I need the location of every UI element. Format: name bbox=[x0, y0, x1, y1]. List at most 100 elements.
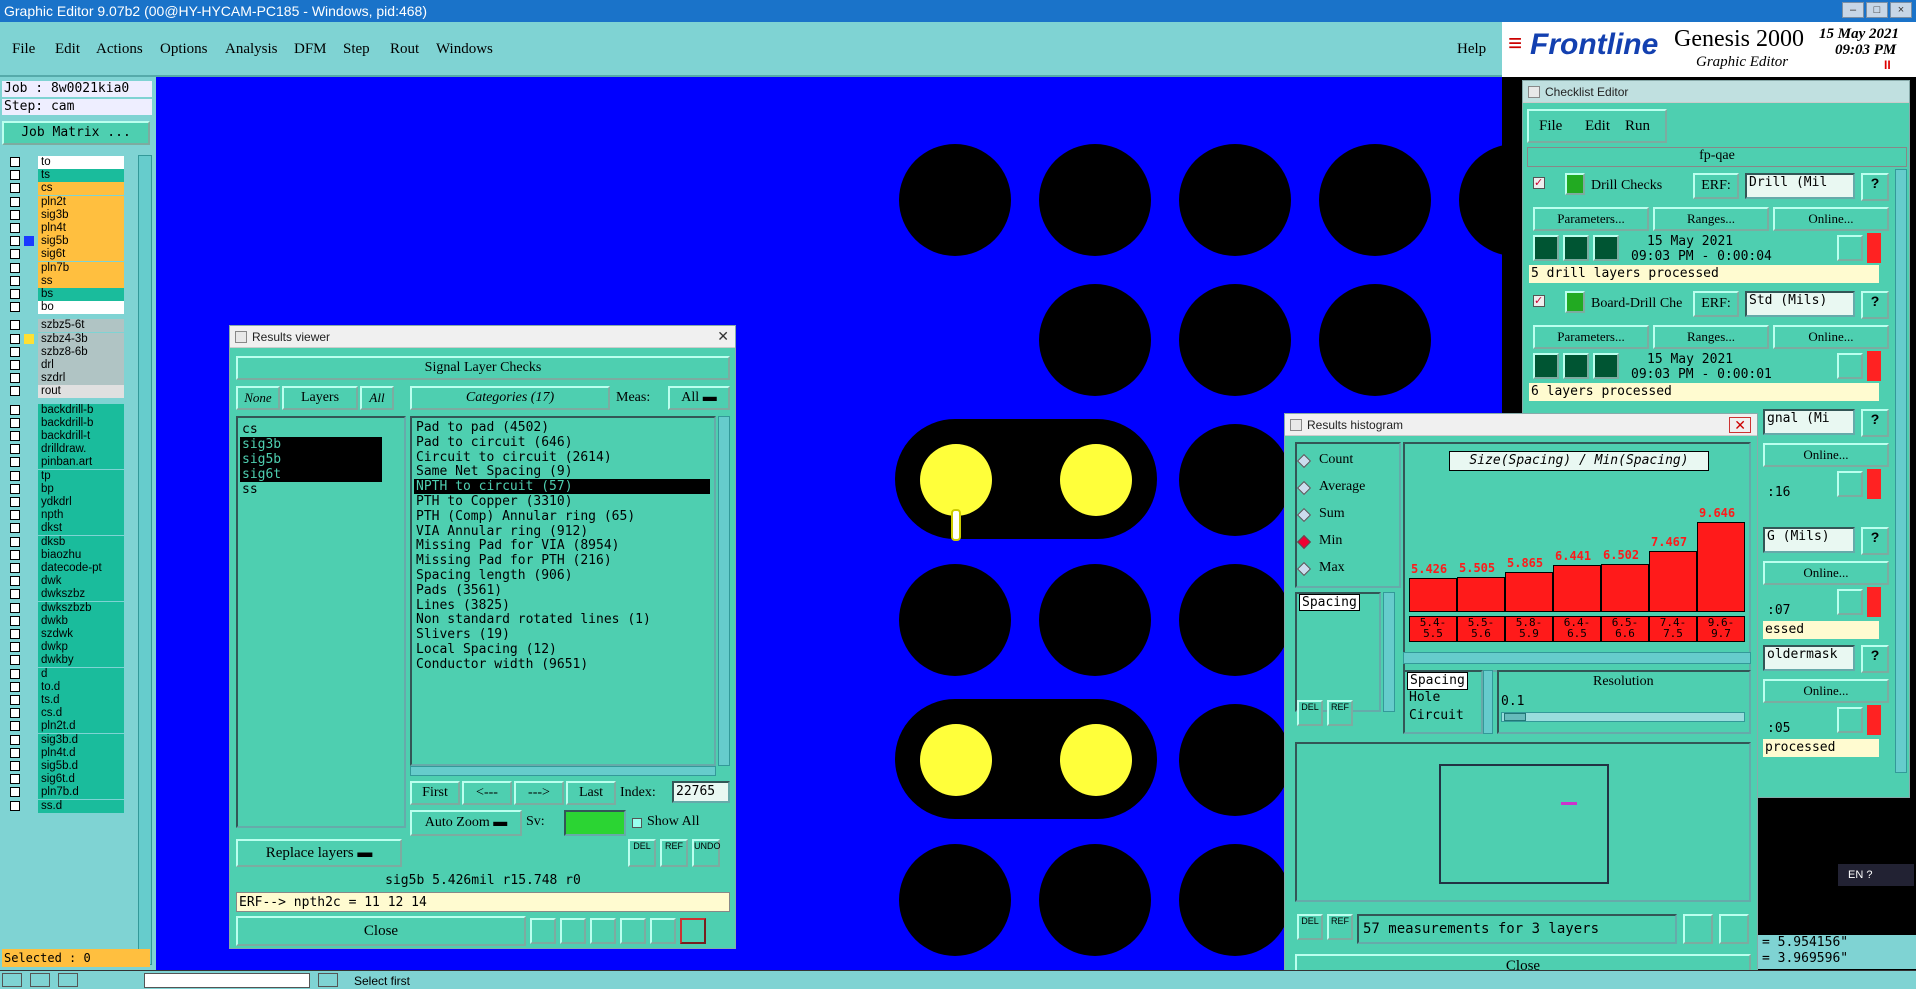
categories-button[interactable]: Categories (17) bbox=[410, 386, 610, 410]
category-scrollbar[interactable] bbox=[718, 416, 730, 766]
run-icon[interactable] bbox=[1593, 235, 1619, 261]
close-icon[interactable]: ✕ bbox=[717, 329, 729, 343]
menu-windows[interactable]: Windows bbox=[436, 41, 493, 58]
category-item[interactable]: Spacing length (906) bbox=[414, 568, 710, 583]
ranges-button[interactable]: Ranges... bbox=[1653, 207, 1769, 231]
layer-name[interactable]: drilldraw. bbox=[38, 443, 124, 457]
layer-name[interactable]: dwkp bbox=[38, 641, 124, 655]
layer-checkbox[interactable] bbox=[10, 470, 20, 481]
layer-name[interactable]: ydkdrl bbox=[38, 496, 124, 509]
layer-name[interactable]: sig6t.d bbox=[38, 773, 124, 787]
layer-checkbox[interactable] bbox=[10, 417, 20, 428]
layer-checkbox[interactable] bbox=[10, 457, 20, 468]
layer-name[interactable]: dwkby bbox=[38, 654, 124, 668]
layer-name[interactable]: pinban.art bbox=[38, 456, 124, 470]
parameters-button[interactable]: Parameters... bbox=[1533, 325, 1649, 349]
layer-checkbox[interactable] bbox=[10, 444, 20, 455]
online-button[interactable]: Online... bbox=[1763, 561, 1889, 585]
layer-name[interactable]: ss bbox=[38, 274, 124, 288]
layer-name[interactable]: cs.d bbox=[38, 707, 124, 721]
layer-name[interactable]: datecode-pt bbox=[38, 562, 124, 575]
check-enable-checkbox[interactable]: ✓ bbox=[1533, 295, 1545, 307]
layer-name[interactable]: backdrill-b bbox=[38, 403, 124, 417]
histogram-bar[interactable] bbox=[1649, 551, 1697, 612]
check-enable-checkbox[interactable]: ✓ bbox=[1533, 177, 1545, 189]
layer-list-item[interactable]: ss bbox=[240, 482, 382, 497]
types-scrollbar[interactable] bbox=[1483, 670, 1493, 734]
layer-name[interactable]: to bbox=[38, 156, 124, 169]
layer-checkbox[interactable] bbox=[10, 589, 20, 600]
zoom-icon[interactable] bbox=[1837, 471, 1863, 497]
online-button[interactable]: Online... bbox=[1763, 443, 1889, 467]
layer-name[interactable]: dwk bbox=[38, 575, 124, 589]
layer-name[interactable]: pln7b bbox=[38, 261, 124, 275]
category-item[interactable]: Slivers (19) bbox=[414, 627, 710, 642]
layer-name[interactable]: sig3b bbox=[38, 208, 124, 222]
layer-name[interactable]: backdrill-b bbox=[38, 416, 124, 430]
layer-checkbox[interactable] bbox=[10, 183, 20, 194]
checklist-titlebar[interactable]: Checklist Editor bbox=[1523, 81, 1909, 103]
erf-field[interactable]: gnal (Mi bbox=[1763, 409, 1855, 435]
checklist-scrollbar[interactable] bbox=[1895, 169, 1907, 773]
checklist-menu-file[interactable]: File bbox=[1539, 118, 1562, 135]
menu-actions[interactable]: Actions bbox=[96, 41, 143, 58]
help-icon[interactable]: ? bbox=[1861, 409, 1889, 437]
layer-checkbox[interactable] bbox=[10, 721, 20, 732]
erf-button[interactable]: ERF: bbox=[1693, 173, 1739, 199]
layer-checkbox[interactable] bbox=[10, 386, 20, 397]
layer-list-item[interactable]: sig3b bbox=[240, 437, 382, 452]
layer-name[interactable]: to.d bbox=[38, 680, 124, 694]
category-item[interactable]: PTH to Copper (3310) bbox=[414, 494, 710, 509]
job-matrix-button[interactable]: Job Matrix ... bbox=[2, 121, 150, 145]
category-item[interactable]: PTH (Comp) Annular ring (65) bbox=[414, 509, 710, 524]
menu-help[interactable]: Help bbox=[1457, 41, 1486, 58]
category-item[interactable]: Conductor width (9651) bbox=[414, 657, 710, 672]
auto-zoom-select[interactable]: Auto Zoom ▬ bbox=[410, 810, 522, 836]
category-item[interactable]: Circuit to circuit (2614) bbox=[414, 450, 710, 465]
online-button[interactable]: Online... bbox=[1763, 679, 1889, 703]
layer-checkbox[interactable] bbox=[10, 642, 20, 653]
layer-checkbox[interactable] bbox=[10, 787, 20, 798]
category-item[interactable]: Missing Pad for PTH (216) bbox=[414, 553, 710, 568]
layer-checkbox[interactable] bbox=[10, 320, 20, 331]
layer-name[interactable]: sig5b bbox=[38, 235, 124, 249]
menu-dfm[interactable]: DFM bbox=[294, 41, 327, 58]
histogram-bar[interactable] bbox=[1409, 578, 1457, 612]
chart-hscrollbar[interactable] bbox=[1403, 652, 1751, 664]
menu-rout[interactable]: Rout bbox=[390, 41, 419, 58]
del-button[interactable]: DEL bbox=[628, 839, 656, 867]
checklist-menu-run[interactable]: Run bbox=[1625, 118, 1650, 135]
layer-name[interactable]: pln7b.d bbox=[38, 786, 124, 800]
menu-file[interactable]: File bbox=[12, 41, 35, 58]
layer-checkbox[interactable] bbox=[10, 404, 20, 415]
online-button[interactable]: Online... bbox=[1773, 325, 1889, 349]
prev-button[interactable]: <--- bbox=[462, 781, 512, 805]
histogram-bar[interactable] bbox=[1601, 563, 1649, 612]
index-field[interactable]: 22765 bbox=[672, 781, 730, 803]
histogram-icon[interactable] bbox=[680, 918, 706, 944]
layer-list-item[interactable]: cs bbox=[240, 422, 382, 437]
layer-name[interactable]: dwkszbz bbox=[38, 588, 124, 602]
layer-name[interactable]: rout bbox=[38, 385, 124, 399]
layer-name[interactable]: npth bbox=[38, 509, 124, 523]
category-item[interactable]: Same Net Spacing (9) bbox=[414, 464, 710, 479]
layer-list-item[interactable]: sig6t bbox=[240, 467, 382, 482]
next-button[interactable]: ---> bbox=[514, 781, 564, 805]
layer-name[interactable]: szdrl bbox=[38, 372, 124, 386]
layer-name[interactable]: sig5b.d bbox=[38, 760, 124, 773]
layer-checkbox[interactable] bbox=[10, 549, 20, 560]
layer-checkbox[interactable] bbox=[10, 223, 20, 233]
maximize-button[interactable]: □ bbox=[1866, 2, 1888, 18]
layer-checkbox[interactable] bbox=[10, 681, 20, 692]
layer-checkbox[interactable] bbox=[10, 360, 20, 370]
run-icon[interactable] bbox=[1593, 353, 1619, 379]
layer-name[interactable]: dkst bbox=[38, 522, 124, 536]
category-item[interactable]: NPTH to circuit (57) bbox=[414, 479, 710, 495]
layer-name[interactable]: ss.d bbox=[38, 799, 124, 813]
layer-checkbox[interactable] bbox=[10, 774, 20, 785]
layer-name[interactable]: d bbox=[38, 667, 124, 681]
layer-name[interactable]: dksb bbox=[38, 535, 124, 549]
replace-layers-select[interactable]: Replace layers ▬ bbox=[236, 839, 402, 867]
layer-name[interactable]: sig6t bbox=[38, 248, 124, 262]
histogram-bar[interactable] bbox=[1505, 572, 1553, 612]
